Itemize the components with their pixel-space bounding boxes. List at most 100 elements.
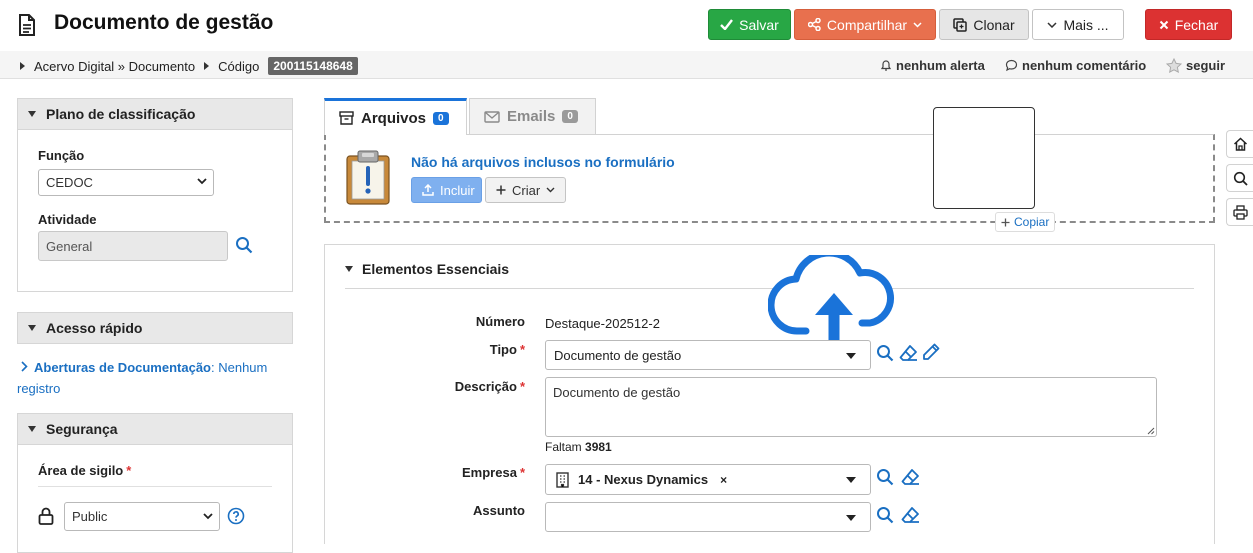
classification-title: Plano de classificação — [46, 106, 196, 122]
caret-down-icon — [846, 353, 856, 359]
function-select[interactable]: CEDOC — [38, 169, 214, 196]
page-title: Documento de gestão — [54, 11, 274, 34]
caret-right-icon — [20, 62, 25, 70]
files-empty-message: Não há arquivos inclusos no formulário — [411, 154, 675, 170]
star-icon — [1166, 58, 1182, 73]
cloud-upload-icon[interactable] — [768, 255, 900, 351]
resize-handle-icon[interactable] — [1147, 427, 1155, 435]
building-icon — [556, 471, 569, 488]
classification-panel-header[interactable]: Plano de classificação — [18, 99, 292, 130]
close-button[interactable]: Fechar — [1145, 9, 1232, 40]
lock-icon — [38, 507, 54, 525]
code-badge: 200115148648 — [268, 57, 358, 75]
search-icon[interactable] — [876, 344, 894, 362]
security-area-value: Public — [72, 509, 108, 524]
breadcrumb-bar: Acervo Digital » Documento Código 200115… — [0, 51, 1253, 79]
more-button[interactable]: Mais ... — [1032, 9, 1124, 40]
tab-files[interactable]: Arquivos 0 — [324, 98, 467, 135]
tipo-label-text: Tipo — [489, 342, 517, 357]
assunto-select[interactable] — [545, 502, 871, 532]
breadcrumb: Acervo Digital » Documento Código 200115… — [20, 57, 358, 75]
activity-field[interactable]: General — [38, 231, 228, 261]
save-label: Salvar — [739, 16, 779, 33]
empresa-select-value: 14 - Nexus Dynamics — [578, 472, 709, 487]
numero-value: Destaque-202512-2 — [545, 316, 660, 331]
search-icon[interactable] — [876, 506, 894, 524]
chevron-down-icon — [197, 178, 207, 185]
home-icon — [1233, 137, 1248, 151]
caret-down-icon — [345, 266, 353, 272]
plus-icon — [1001, 218, 1010, 227]
security-panel-header[interactable]: Segurança — [18, 414, 292, 445]
descricao-label: Descrição * — [345, 379, 525, 394]
include-label: Incluir — [440, 182, 475, 198]
search-icon[interactable] — [235, 236, 253, 254]
chevron-down-icon — [1047, 21, 1057, 28]
tipo-select-value: Documento de gestão — [554, 347, 682, 363]
emails-count-badge: 0 — [562, 110, 578, 123]
follow-link[interactable]: seguir — [1166, 58, 1225, 73]
breadcrumb-path[interactable]: Acervo Digital » Documento — [34, 59, 195, 74]
share-label: Compartilhar — [826, 16, 908, 33]
quick-access-item[interactable]: Aberturas de Documentação: Nenhum regist… — [17, 357, 287, 399]
clone-icon — [953, 17, 968, 32]
print-button[interactable] — [1226, 198, 1253, 226]
security-title: Segurança — [46, 421, 118, 437]
clear-icon[interactable]: × — [720, 473, 727, 487]
alerts-link[interactable]: nenhum alerta — [880, 58, 985, 73]
caret-down-icon — [28, 111, 36, 117]
check-icon — [720, 19, 734, 30]
comments-link[interactable]: nenhum comentário — [1005, 58, 1146, 73]
eraser-icon[interactable] — [901, 506, 920, 524]
document-icon — [18, 14, 36, 36]
create-label: Criar — [512, 182, 541, 198]
security-area-label: Área de sigilo * — [38, 463, 131, 478]
chevron-right-icon — [21, 357, 28, 378]
breadcrumb-code-label: Código — [218, 58, 260, 74]
include-button[interactable]: Incluir — [411, 177, 482, 203]
share-icon — [807, 18, 821, 31]
eraser-icon[interactable] — [899, 344, 918, 362]
pencil-icon[interactable] — [922, 343, 940, 361]
printer-icon — [1232, 204, 1248, 220]
caret-down-icon — [846, 515, 856, 521]
preview-box — [933, 107, 1035, 209]
tab-files-label: Arquivos — [361, 109, 427, 127]
tab-emails-label: Emails — [507, 108, 556, 125]
caret-down-icon — [846, 477, 856, 483]
clone-label: Clonar — [973, 16, 1015, 33]
clone-button[interactable]: Clonar — [939, 9, 1029, 40]
security-panel: Segurança — [17, 413, 293, 553]
eraser-icon[interactable] — [901, 468, 920, 486]
quick-access-title: Acesso rápido — [46, 320, 143, 336]
envelope-icon — [484, 110, 500, 123]
required-mark: * — [126, 463, 132, 478]
security-area-label-text: Área de sigilo — [38, 463, 124, 478]
empresa-select[interactable]: 14 - Nexus Dynamics × — [545, 464, 871, 495]
essentials-header[interactable]: Elementos Essenciais — [345, 261, 509, 277]
activity-label: Atividade — [38, 212, 97, 227]
tipo-select[interactable]: Documento de gestão — [545, 340, 871, 370]
search-icon[interactable] — [876, 468, 894, 486]
create-button[interactable]: Criar — [485, 177, 566, 203]
help-icon[interactable] — [227, 507, 245, 525]
empresa-label: Empresa * — [345, 465, 525, 480]
share-button[interactable]: Compartilhar — [794, 9, 936, 40]
chevron-down-icon — [546, 187, 555, 193]
copy-label: Copiar — [1014, 215, 1050, 229]
descricao-textarea[interactable]: Documento de gestão — [545, 377, 1157, 437]
quick-access-link[interactable]: Aberturas de Documentação — [34, 360, 211, 375]
assunto-label: Assunto — [473, 503, 525, 518]
essentials-title: Elementos Essenciais — [362, 261, 510, 277]
home-button[interactable] — [1226, 130, 1253, 158]
tab-emails[interactable]: Emails 0 — [469, 98, 596, 135]
copy-button[interactable]: Copiar — [995, 212, 1056, 232]
security-area-select[interactable]: Public — [64, 502, 220, 531]
required-mark: * — [519, 465, 525, 480]
save-button[interactable]: Salvar — [708, 9, 791, 40]
search-icon — [1233, 171, 1248, 186]
rail-search-button[interactable] — [1226, 164, 1253, 192]
comment-icon — [1005, 59, 1018, 72]
remaining-value: 3981 — [585, 440, 612, 454]
quick-access-panel-header[interactable]: Acesso rápido — [18, 313, 292, 343]
